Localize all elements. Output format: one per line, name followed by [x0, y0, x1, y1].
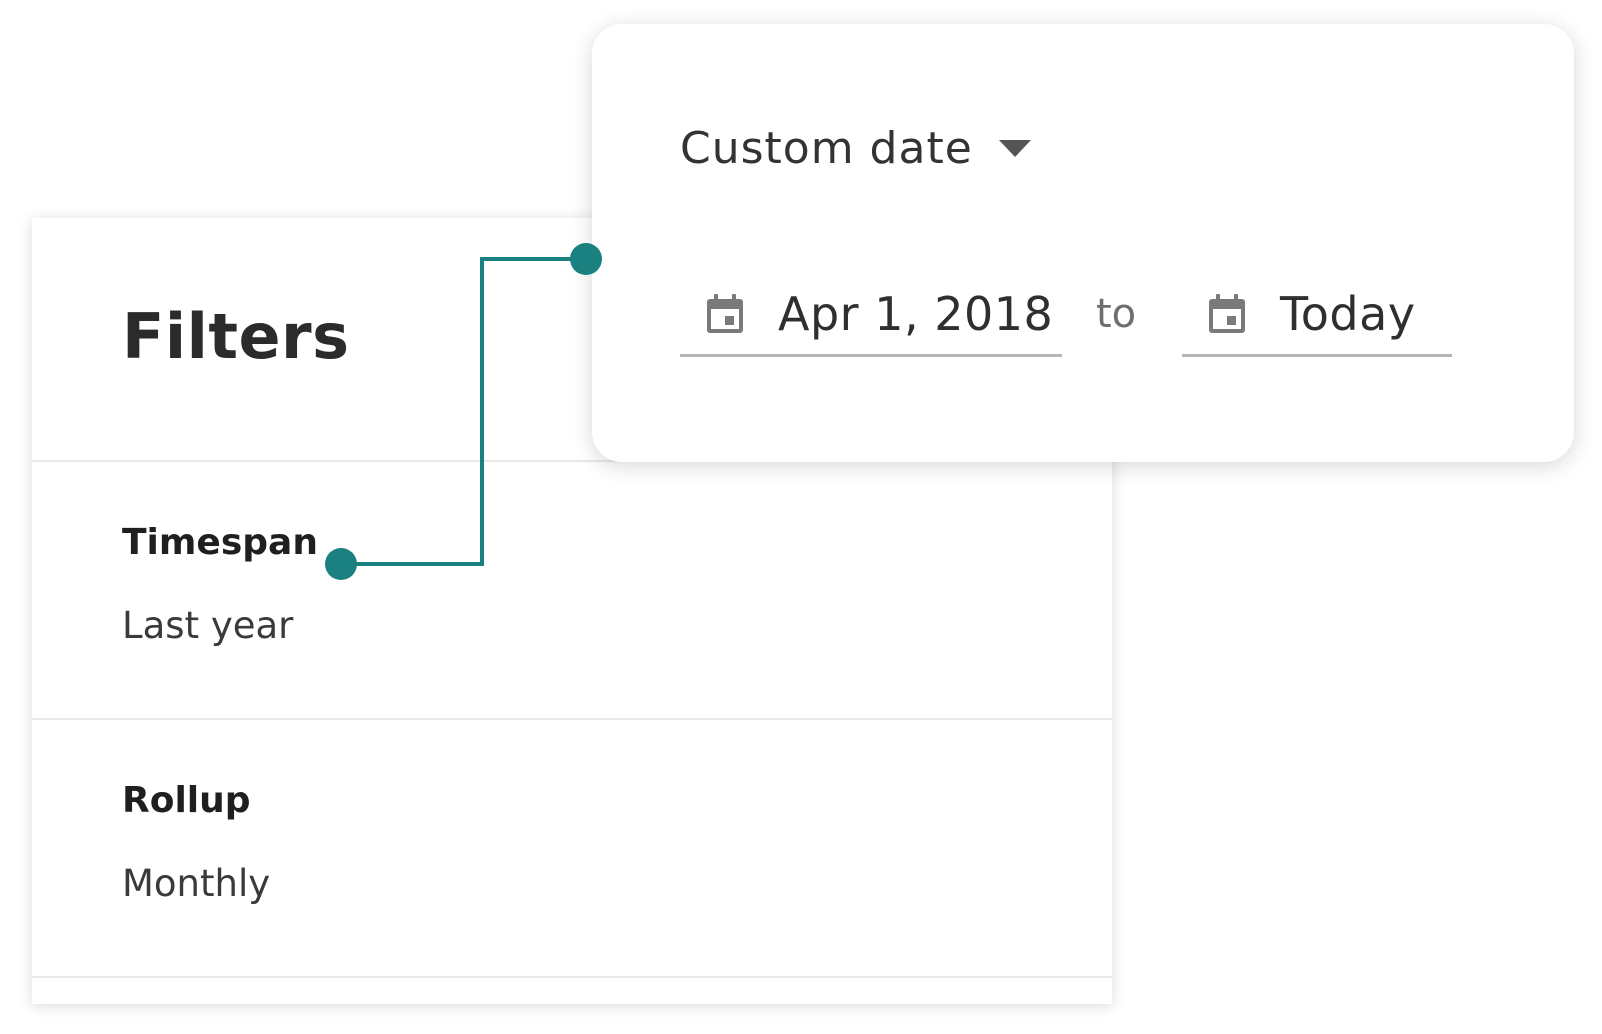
divider [32, 976, 1112, 978]
date-picker-popover: Custom date Apr 1, 2018 to Today [592, 24, 1574, 462]
date-range-separator: to [1096, 291, 1137, 337]
timespan-label: Timespan [122, 522, 318, 563]
date-type-label: Custom date [680, 122, 973, 174]
stage: Filters Timespan Last year Rollup Monthl… [0, 0, 1602, 1034]
calendar-icon [1209, 294, 1245, 333]
start-date-field[interactable]: Apr 1, 2018 [680, 274, 1062, 357]
rollup-label: Rollup [122, 780, 251, 821]
filters-title: Filters [122, 300, 350, 373]
end-date-field[interactable]: Today [1182, 274, 1452, 357]
end-date-value: Today [1280, 287, 1416, 341]
date-type-dropdown[interactable]: Custom date [680, 116, 1031, 180]
rollup-section[interactable]: Rollup Monthly [32, 720, 1112, 976]
rollup-value: Monthly [122, 862, 271, 905]
timespan-value: Last year [122, 604, 294, 647]
timespan-section[interactable]: Timespan Last year [32, 462, 1112, 718]
start-date-value: Apr 1, 2018 [778, 287, 1054, 341]
chevron-down-icon [998, 139, 1031, 157]
calendar-icon [707, 294, 743, 333]
